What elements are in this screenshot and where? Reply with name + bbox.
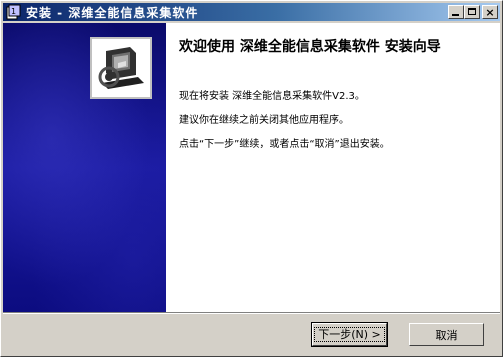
installer-logo-icon (92, 39, 150, 97)
wizard-text-instructions: 点击“下一步”继续，或者点击“取消”退出安装。 (179, 139, 390, 150)
minimize-icon (452, 14, 459, 16)
title-bar[interactable]: 1 安装 - 深维全能信息采集软件 × (3, 3, 500, 21)
window-controls: × (448, 5, 498, 19)
maximize-button[interactable] (464, 5, 480, 19)
cancel-button-label: 取消 (435, 328, 458, 342)
svg-text:1: 1 (11, 7, 16, 16)
window-title: 安装 - 深维全能信息采集软件 (26, 5, 199, 20)
wizard-side-banner (3, 23, 166, 312)
maximize-icon (468, 8, 476, 15)
wizard-text-install: 现在将安装 深维全能信息采集软件V2.3。 (179, 91, 365, 102)
installer-logo (90, 37, 152, 99)
footer-divider (3, 312, 500, 314)
close-button[interactable]: × (482, 5, 498, 19)
close-icon: × (485, 5, 495, 19)
wizard-content: 欢迎使用 深维全能信息采集软件 安装向导 现在将安装 深维全能信息采集软件V2.… (3, 23, 500, 312)
wizard-heading: 欢迎使用 深维全能信息采集软件 安装向导 (179, 39, 441, 55)
cancel-button[interactable]: 取消 (409, 323, 484, 346)
installer-window: 1 安装 - 深维全能信息采集软件 × 欢迎使用 深维全能信息采集软件 安装向导… (0, 0, 503, 357)
next-button-label: 下一步(N) > (314, 327, 385, 342)
next-button[interactable]: 下一步(N) > (311, 322, 388, 347)
installer-icon: 1 (6, 4, 21, 20)
minimize-button[interactable] (448, 5, 464, 19)
wizard-text-advice: 建议你在继续之前关闭其他应用程序。 (179, 115, 349, 126)
